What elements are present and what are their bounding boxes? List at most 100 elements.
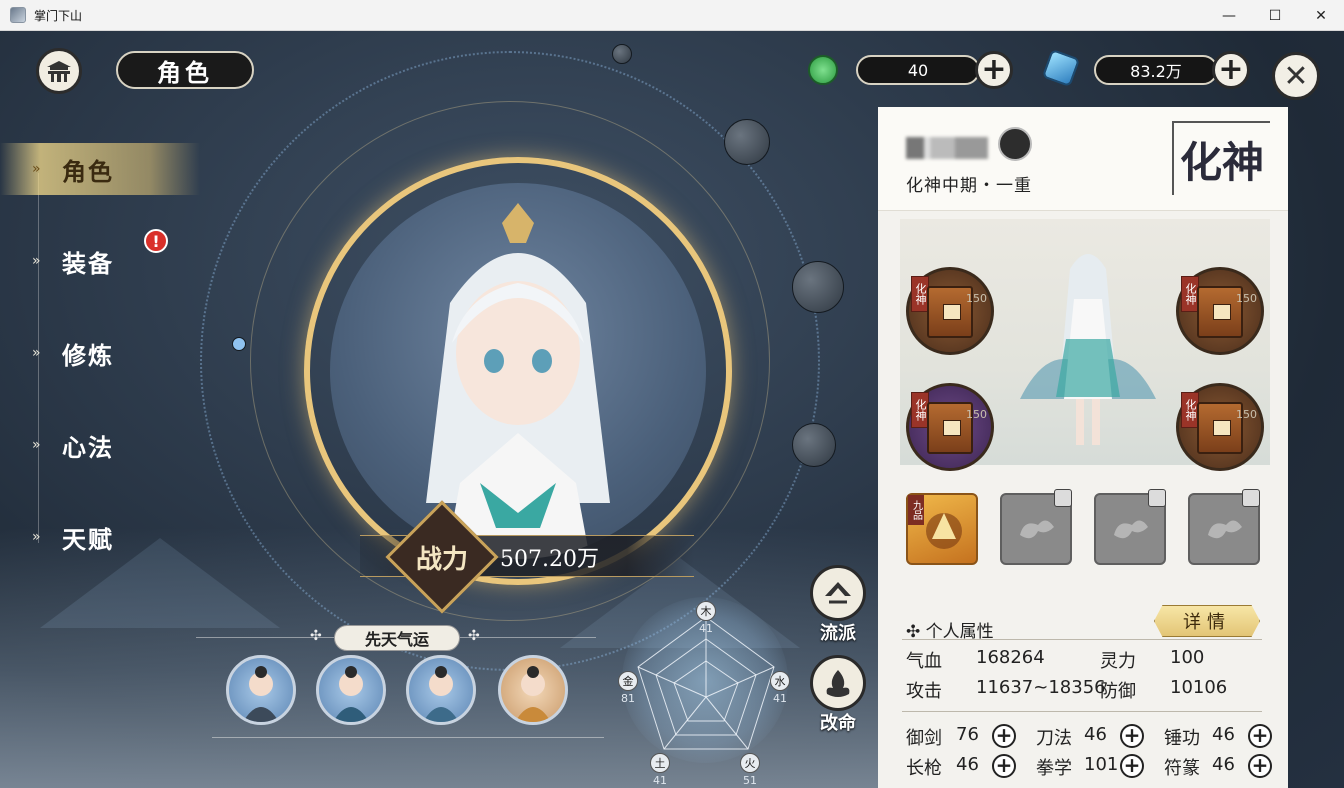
skill-value-fist: 101 — [1084, 754, 1119, 775]
sect-icon[interactable] — [998, 127, 1032, 161]
skill-label-fist: 拳学 — [1036, 758, 1072, 779]
radar-axis-metal: 金 — [618, 671, 638, 691]
attr-label-mana: 灵力 — [1100, 651, 1136, 672]
equipment-level: 150 — [966, 292, 987, 305]
change-fate-button-label: 改命 — [820, 713, 856, 734]
locked-slot[interactable] — [1094, 489, 1166, 565]
fate-flame-icon — [826, 670, 850, 697]
attributes-divider — [902, 639, 1262, 640]
school-button-label: 流派 — [820, 623, 856, 644]
attr-label-defense: 防御 — [1100, 681, 1136, 702]
nav-item-label: 修炼 — [62, 341, 114, 370]
radar-value-metal: 81 — [621, 692, 635, 705]
nav-item-equipment[interactable]: » 装备 ! — [0, 229, 200, 287]
school-button[interactable] — [810, 565, 866, 621]
skill-label-blade: 刀法 — [1036, 728, 1072, 749]
radar-axis-wood: 木 — [696, 601, 716, 621]
skill-label-talisman: 符篆 — [1164, 758, 1200, 779]
close-button[interactable]: ✕ — [1272, 52, 1320, 100]
home-button[interactable] — [36, 48, 82, 94]
artifact-slot[interactable]: 九品 — [906, 493, 978, 565]
skill-value-blade: 46 — [1084, 724, 1107, 745]
lock-icon — [1148, 489, 1166, 507]
locked-slot[interactable] — [1188, 489, 1260, 565]
attr-label-hp: 气血 — [906, 651, 942, 672]
nav-arrow-icon: » — [32, 161, 41, 177]
radar-value-wood: 41 — [699, 622, 713, 635]
skill-value-sword: 76 — [956, 724, 979, 745]
locked-slot[interactable] — [1000, 489, 1072, 565]
alert-badge: ! — [144, 229, 168, 253]
lock-icon — [1242, 489, 1260, 507]
lock-icon — [1054, 489, 1072, 507]
skill-label-hammer: 锤功 — [1164, 728, 1200, 749]
nav-item-cultivation[interactable]: » 修炼 — [0, 327, 200, 379]
nav-item-character[interactable]: » 角色 — [0, 143, 200, 195]
radar-axis-water: 水 — [770, 671, 790, 691]
attributes-divider — [902, 711, 1262, 712]
equipment-level: 150 — [1236, 408, 1257, 421]
skill-value-spear: 46 — [956, 754, 979, 775]
character-portrait[interactable] — [330, 183, 706, 559]
attr-label-attack: 攻击 — [906, 681, 942, 702]
artifact-grade-tag: 九品 — [908, 495, 924, 525]
fortune-avatar[interactable] — [316, 655, 386, 725]
pavilion-icon — [47, 61, 71, 82]
app-icon — [10, 7, 26, 23]
nav-item-label: 天赋 — [62, 525, 114, 554]
nav-arrow-icon: » — [32, 437, 41, 453]
equipment-slot-top-right[interactable]: 化神 150 — [1176, 267, 1264, 355]
fortune-avatar[interactable] — [226, 655, 296, 725]
fortune-divider — [212, 737, 604, 738]
radar-axis-fire: 火 — [740, 753, 760, 773]
school-icon — [825, 582, 851, 604]
equipment-slot-bottom-right[interactable]: 化神 150 — [1176, 383, 1264, 471]
orbit-planet — [612, 44, 632, 64]
jade-amount: 40 — [856, 55, 980, 85]
skill-label-sword: 御剑 — [906, 728, 942, 749]
combat-power-value: 507.20万 — [500, 547, 599, 572]
page-title: 角色 — [116, 51, 254, 89]
attr-value-hp: 168264 — [976, 647, 1045, 668]
fortune-deco-icon: ✣ — [310, 628, 322, 644]
fortune-avatar-icon — [333, 666, 369, 722]
skill-plus-button[interactable]: + — [992, 724, 1016, 748]
attr-value-mana: 100 — [1170, 647, 1205, 668]
equipment-level: 150 — [1236, 292, 1257, 305]
window-titlebar: 掌门下山 — ☐ ✕ — [0, 0, 1344, 31]
nav-item-label: 心法 — [62, 433, 114, 462]
fortune-avatar[interactable] — [498, 655, 568, 725]
skill-plus-button[interactable]: + — [1248, 724, 1272, 748]
skill-label-spear: 长枪 — [906, 758, 942, 779]
window-close-button[interactable]: ✕ — [1298, 0, 1344, 31]
jade-plus-button[interactable]: + — [975, 51, 1013, 89]
realm-seal: 化神 — [1172, 121, 1270, 195]
details-button[interactable]: 详情 — [1154, 605, 1260, 637]
character-info-panel: 化神中期・一重 化神 化神 150 化神 150 化神 150 化神 150 九… — [878, 107, 1288, 788]
equipment-level: 150 — [966, 408, 987, 421]
maximize-button[interactable]: ☐ — [1252, 0, 1298, 31]
jade-icon — [808, 55, 838, 85]
nav-item-talent[interactable]: » 天赋 — [0, 511, 200, 563]
nav-arrow-icon: » — [32, 345, 41, 361]
combat-power-label: 战力 — [415, 545, 468, 575]
radar-value-earth: 41 — [653, 774, 667, 787]
nav-item-mind-method[interactable]: » 心法 — [0, 419, 200, 471]
change-fate-button[interactable] — [810, 655, 866, 711]
equipment-slot-bottom-left[interactable]: 化神 150 — [906, 383, 994, 471]
fortune-title: 先天气运 — [334, 625, 460, 651]
spirit-stone-plus-button[interactable]: + — [1212, 51, 1250, 89]
skill-plus-button[interactable]: + — [992, 754, 1016, 778]
player-name-redacted — [906, 137, 988, 159]
fortune-avatar-icon — [243, 666, 279, 722]
game-viewport: 角色 » 角色 » 装备 ! » 修炼 » 心法 » 天赋 战力 507.20万… — [0, 31, 1344, 788]
minimize-button[interactable]: — — [1206, 0, 1252, 31]
orbit-planet — [792, 423, 836, 467]
skill-plus-button[interactable]: + — [1120, 754, 1144, 778]
skill-plus-button[interactable]: + — [1120, 724, 1144, 748]
panel-header: 化神中期・一重 化神 — [878, 107, 1288, 211]
skill-plus-button[interactable]: + — [1248, 754, 1272, 778]
fortune-avatar[interactable] — [406, 655, 476, 725]
equipment-slot-top-left[interactable]: 化神 150 — [906, 267, 994, 355]
nav-arrow-icon: » — [32, 253, 41, 269]
